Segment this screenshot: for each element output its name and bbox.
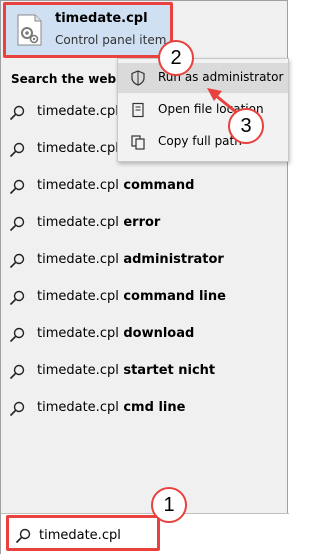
callout-one: 1	[151, 487, 187, 523]
callout-arrow-layer	[207, 88, 237, 114]
callout-three: 3	[228, 108, 264, 144]
callout-two: 2	[158, 40, 194, 76]
callout-arrow-line	[214, 93, 237, 114]
